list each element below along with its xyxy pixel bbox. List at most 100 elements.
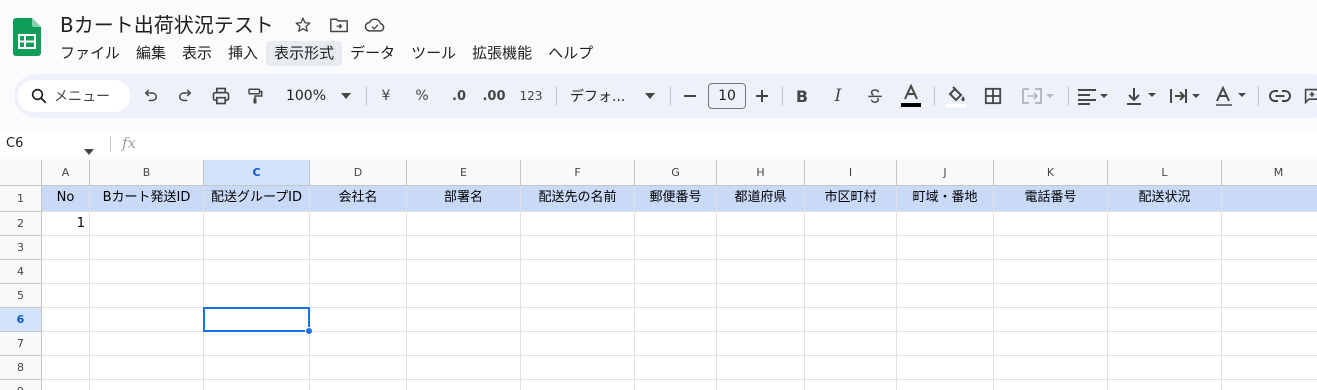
cell-a3[interactable]: [42, 236, 90, 260]
cell-d7[interactable]: [310, 332, 407, 356]
align-horizontal-icon[interactable]: [1074, 82, 1112, 110]
row-header-6[interactable]: 6: [0, 308, 42, 332]
column-header-k[interactable]: K: [994, 160, 1108, 186]
cell-f1[interactable]: 配送先の名前: [521, 186, 635, 212]
cell-l8[interactable]: [1108, 356, 1222, 380]
menu-help[interactable]: ヘルプ: [540, 41, 601, 66]
cell-b5[interactable]: [90, 284, 204, 308]
cell-g8[interactable]: [635, 356, 717, 380]
menu-format[interactable]: 表示形式: [266, 41, 343, 66]
google-sheets-logo-icon[interactable]: [13, 18, 41, 56]
cell-m5[interactable]: [1222, 284, 1317, 308]
column-header-c[interactable]: C: [204, 160, 310, 186]
menu-insert[interactable]: 挿入: [220, 41, 266, 66]
cell-m7[interactable]: [1222, 332, 1317, 356]
cell-b7[interactable]: [90, 332, 204, 356]
cell-e8[interactable]: [407, 356, 521, 380]
cell-l9[interactable]: [1108, 380, 1222, 390]
cell-d5[interactable]: [310, 284, 407, 308]
menu-edit[interactable]: 編集: [128, 41, 174, 66]
cell-h5[interactable]: [717, 284, 805, 308]
cell-g4[interactable]: [635, 260, 717, 284]
cell-i2[interactable]: [805, 212, 897, 236]
column-header-m[interactable]: M: [1222, 160, 1317, 186]
column-header-l[interactable]: L: [1108, 160, 1222, 186]
column-header-i[interactable]: I: [805, 160, 897, 186]
column-header-g[interactable]: G: [635, 160, 717, 186]
print-icon[interactable]: [210, 82, 232, 110]
cell-e9[interactable]: [407, 380, 521, 390]
cell-b4[interactable]: [90, 260, 204, 284]
cell-j9[interactable]: [897, 380, 994, 390]
row-header-5[interactable]: 5: [0, 284, 42, 308]
bold-icon[interactable]: B: [792, 82, 812, 110]
cell-c9[interactable]: [204, 380, 310, 390]
cell-a6[interactable]: [42, 308, 90, 332]
text-wrap-icon[interactable]: [1166, 82, 1204, 110]
borders-icon[interactable]: [982, 82, 1004, 110]
cell-l6[interactable]: [1108, 308, 1222, 332]
cell-j7[interactable]: [897, 332, 994, 356]
cell-d6[interactable]: [310, 308, 407, 332]
cell-g3[interactable]: [635, 236, 717, 260]
cell-a9[interactable]: [42, 380, 90, 390]
cell-a5[interactable]: [42, 284, 90, 308]
column-header-j[interactable]: J: [897, 160, 994, 186]
move-to-folder-icon[interactable]: [328, 14, 350, 36]
row-header-2[interactable]: 2: [0, 212, 42, 236]
cell-m2[interactable]: [1222, 212, 1317, 236]
cell-k2[interactable]: [994, 212, 1108, 236]
cell-k3[interactable]: [994, 236, 1108, 260]
cell-i5[interactable]: [805, 284, 897, 308]
row-header-7[interactable]: 7: [0, 332, 42, 356]
column-header-h[interactable]: H: [717, 160, 805, 186]
text-rotation-icon[interactable]: [1212, 82, 1250, 110]
fill-handle[interactable]: [305, 327, 313, 335]
menu-tools[interactable]: ツール: [403, 41, 464, 66]
fill-color-icon[interactable]: [942, 82, 970, 110]
cell-i7[interactable]: [805, 332, 897, 356]
decrease-font-size-icon[interactable]: [680, 82, 700, 110]
name-box-dropdown-icon[interactable]: [84, 140, 94, 159]
insert-link-icon[interactable]: [1268, 82, 1292, 110]
cell-i8[interactable]: [805, 356, 897, 380]
currency-icon[interactable]: ¥: [376, 82, 396, 110]
cell-e5[interactable]: [407, 284, 521, 308]
cell-f9[interactable]: [521, 380, 635, 390]
cell-f6[interactable]: [521, 308, 635, 332]
cell-m9[interactable]: [1222, 380, 1317, 390]
cell-c2[interactable]: [204, 212, 310, 236]
column-header-a[interactable]: A: [42, 160, 90, 186]
row-header-8[interactable]: 8: [0, 356, 42, 380]
cell-c4[interactable]: [204, 260, 310, 284]
cell-d9[interactable]: [310, 380, 407, 390]
cell-l2[interactable]: [1108, 212, 1222, 236]
select-all-corner[interactable]: [0, 160, 42, 186]
column-header-f[interactable]: F: [521, 160, 635, 186]
cell-h4[interactable]: [717, 260, 805, 284]
cell-f8[interactable]: [521, 356, 635, 380]
cell-j5[interactable]: [897, 284, 994, 308]
cell-b6[interactable]: [90, 308, 204, 332]
paint-format-icon[interactable]: [244, 82, 266, 110]
cell-c1[interactable]: 配送グループID: [204, 186, 310, 212]
cell-f2[interactable]: [521, 212, 635, 236]
menu-search-button[interactable]: メニュー: [18, 80, 130, 112]
star-icon[interactable]: [292, 14, 314, 36]
percent-icon[interactable]: %: [412, 82, 432, 110]
cell-g5[interactable]: [635, 284, 717, 308]
cell-f3[interactable]: [521, 236, 635, 260]
cell-a2[interactable]: 1: [42, 212, 90, 236]
cell-g7[interactable]: [635, 332, 717, 356]
cell-f4[interactable]: [521, 260, 635, 284]
cell-e3[interactable]: [407, 236, 521, 260]
align-vertical-icon[interactable]: [1122, 82, 1160, 110]
cell-k5[interactable]: [994, 284, 1108, 308]
cell-f7[interactable]: [521, 332, 635, 356]
cell-j8[interactable]: [897, 356, 994, 380]
cell-h9[interactable]: [717, 380, 805, 390]
cell-a8[interactable]: [42, 356, 90, 380]
cell-k7[interactable]: [994, 332, 1108, 356]
cell-i3[interactable]: [805, 236, 897, 260]
row-header-1[interactable]: 1: [0, 186, 42, 212]
